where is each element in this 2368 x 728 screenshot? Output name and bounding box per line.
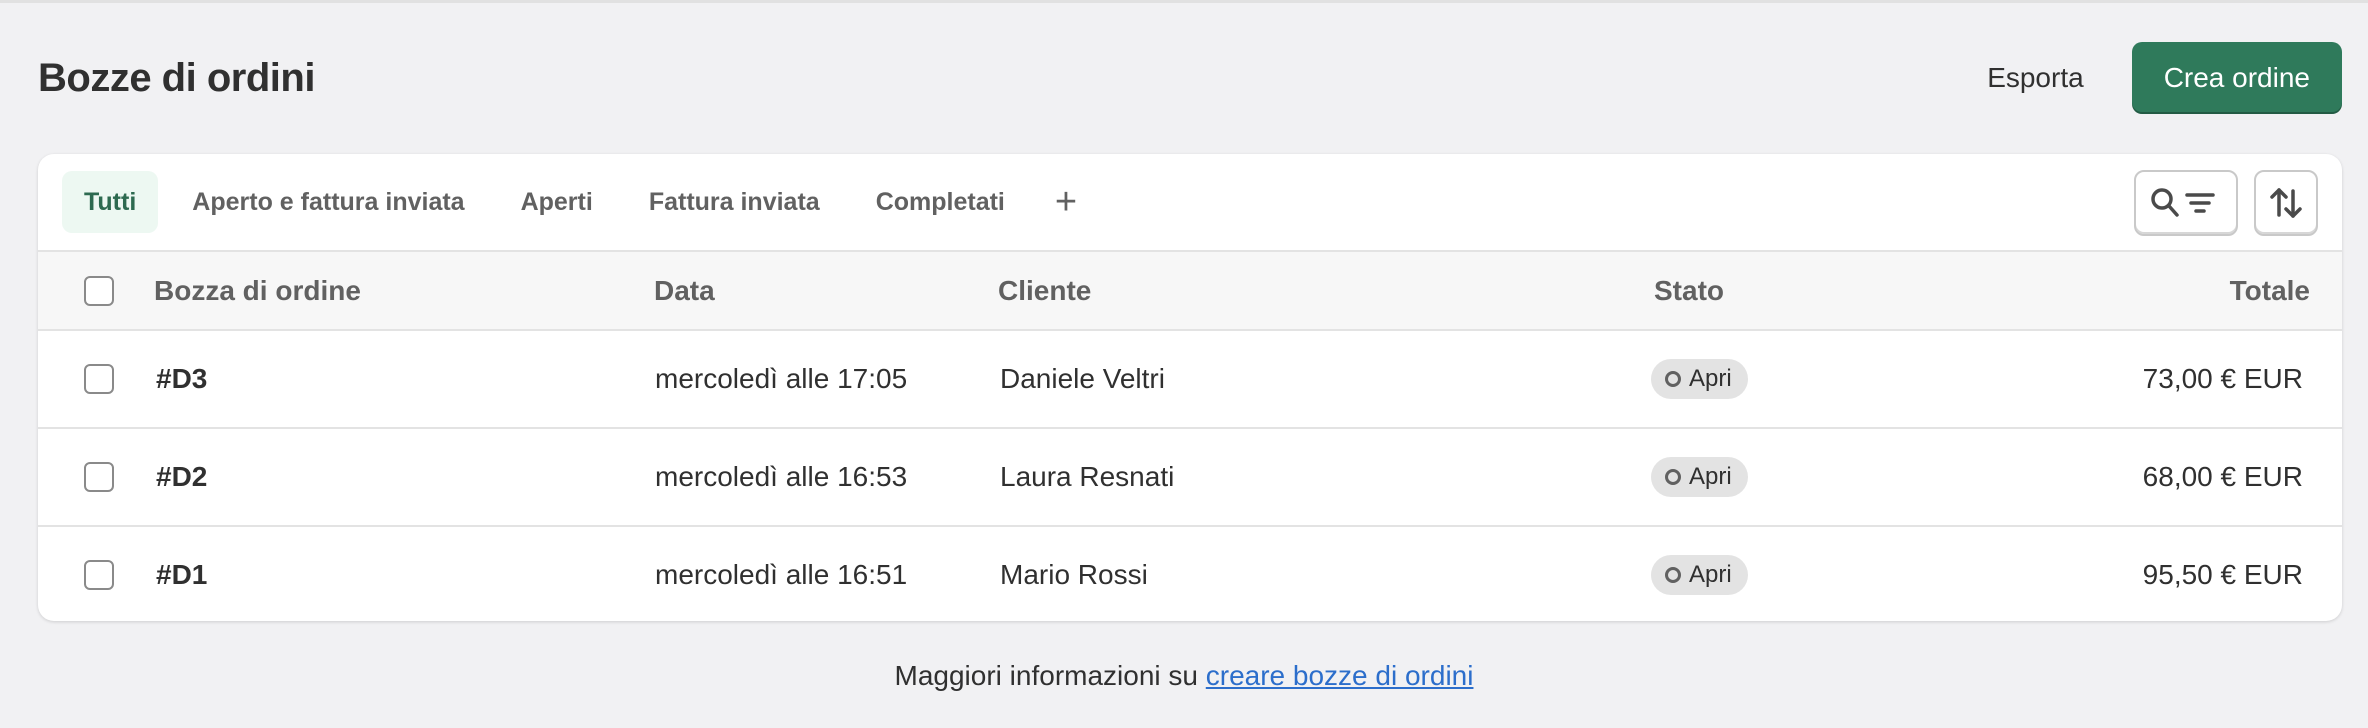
help-text: Maggiori informazioni su: [894, 660, 1206, 691]
status-badge: Apri: [1651, 555, 1748, 595]
status-dot-icon: [1665, 371, 1681, 387]
order-date: mercoledì alle 17:05: [655, 363, 908, 394]
tab-invoice-sent[interactable]: Fattura inviata: [627, 171, 842, 233]
page-header: Bozze di ordini Esporta Crea ordine: [38, 42, 2342, 114]
draft-orders-card: Tutti Aperto e fattura inviata Aperti Fa…: [38, 154, 2342, 621]
sort-button[interactable]: [2254, 170, 2318, 236]
order-total: 68,00 € EUR: [2142, 461, 2303, 492]
order-total: 73,00 € EUR: [2142, 363, 2303, 394]
sort-icon: [2270, 188, 2302, 218]
column-header-status[interactable]: Stato: [1654, 275, 1724, 307]
order-number[interactable]: #D1: [156, 559, 207, 591]
export-button[interactable]: Esporta: [1961, 46, 2110, 110]
customer-name: Laura Resnati: [1000, 461, 1175, 492]
column-header-date[interactable]: Data: [654, 275, 715, 307]
order-number[interactable]: #D3: [156, 363, 207, 395]
tab-open[interactable]: Aperti: [499, 171, 615, 233]
select-all-checkbox[interactable]: [84, 275, 114, 306]
search-filter-button[interactable]: [2134, 170, 2238, 236]
order-date: mercoledì alle 16:51: [655, 559, 908, 590]
table-row[interactable]: #D3 mercoledì alle 17:05 Daniele Veltri …: [38, 331, 2342, 429]
status-label: Apri: [1689, 561, 1732, 588]
page-title: Bozze di ordini: [38, 55, 315, 100]
tab-open-and-invoice-sent[interactable]: Aperto e fattura inviata: [170, 171, 486, 233]
status-label: Apri: [1689, 365, 1732, 392]
help-link[interactable]: creare bozze di ordini: [1206, 660, 1474, 691]
order-number[interactable]: #D2: [156, 461, 207, 493]
tabs-bar: Tutti Aperto e fattura inviata Aperti Fa…: [38, 154, 2342, 252]
status-badge: Apri: [1651, 359, 1748, 399]
column-header-total[interactable]: Totale: [2230, 275, 2310, 307]
table-row[interactable]: #D2 mercoledì alle 16:53 Laura Resnati A…: [38, 429, 2342, 527]
table-header: Bozza di ordine Data Cliente Stato Total…: [38, 252, 2342, 331]
status-dot-icon: [1665, 469, 1681, 485]
status-dot-icon: [1665, 567, 1681, 583]
status-badge: Apri: [1651, 457, 1748, 497]
customer-name: Daniele Veltri: [1000, 363, 1165, 394]
order-total: 95,50 € EUR: [2142, 559, 2303, 590]
row-checkbox[interactable]: [84, 364, 114, 394]
table-row[interactable]: #D1 mercoledì alle 16:51 Mario Rossi Apr…: [38, 527, 2342, 621]
tab-all[interactable]: Tutti: [62, 171, 159, 233]
create-order-button[interactable]: Crea ordine: [2131, 42, 2342, 114]
help-footer: Maggiori informazioni su creare bozze di…: [0, 660, 2368, 692]
customer-name: Mario Rossi: [1000, 559, 1148, 590]
column-header-customer[interactable]: Cliente: [998, 275, 1091, 307]
row-checkbox[interactable]: [84, 560, 114, 590]
search-filter-icon: [2151, 188, 2215, 217]
row-checkbox[interactable]: [84, 462, 114, 492]
status-label: Apri: [1689, 463, 1732, 490]
column-header-order[interactable]: Bozza di ordine: [154, 275, 361, 307]
add-tab-button[interactable]: +: [1039, 171, 1093, 233]
order-date: mercoledì alle 16:53: [655, 461, 908, 492]
tab-completed[interactable]: Completati: [854, 171, 1027, 233]
top-divider: [0, 0, 2368, 3]
header-actions: Esporta Crea ordine: [1961, 42, 2342, 114]
